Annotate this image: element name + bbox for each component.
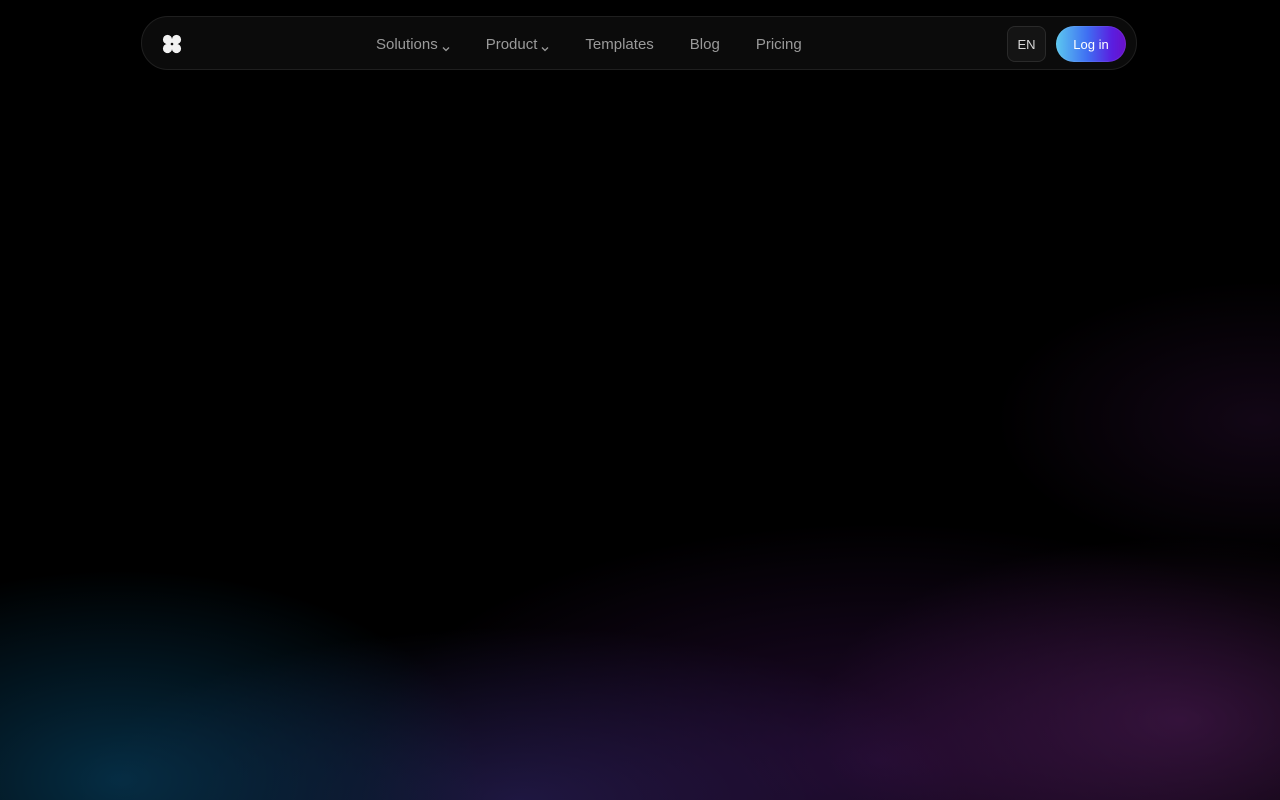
login-button[interactable]: Log in: [1056, 26, 1126, 62]
background-gradient: [0, 0, 1280, 800]
nav-item-label: Templates: [585, 35, 654, 53]
chevron-down-icon: [442, 40, 450, 52]
nav-item-label: Blog: [689, 35, 720, 53]
top-nav-bar: Solutions Product Templates Blog Pricing: [141, 16, 1137, 70]
nav-item-label: Product: [485, 35, 538, 53]
nav-item-label: Solutions: [376, 35, 438, 53]
nav-item-label: Pricing: [755, 35, 802, 53]
nav-item-blog[interactable]: Blog: [690, 36, 720, 53]
login-label: Log in: [1073, 36, 1109, 52]
logo-icon[interactable]: [162, 34, 182, 54]
nav-item-templates[interactable]: Templates: [585, 36, 653, 53]
language-label: EN: [1017, 36, 1036, 52]
nav-item-solutions[interactable]: Solutions: [376, 36, 450, 53]
nav-links: Solutions Product Templates Blog Pricing: [376, 17, 838, 71]
page: Solutions Product Templates Blog Pricing: [0, 0, 1280, 800]
language-selector[interactable]: EN: [1007, 26, 1046, 62]
nav-item-pricing[interactable]: Pricing: [756, 36, 802, 53]
nav-item-product[interactable]: Product: [486, 36, 550, 53]
chevron-down-icon: [541, 40, 549, 52]
